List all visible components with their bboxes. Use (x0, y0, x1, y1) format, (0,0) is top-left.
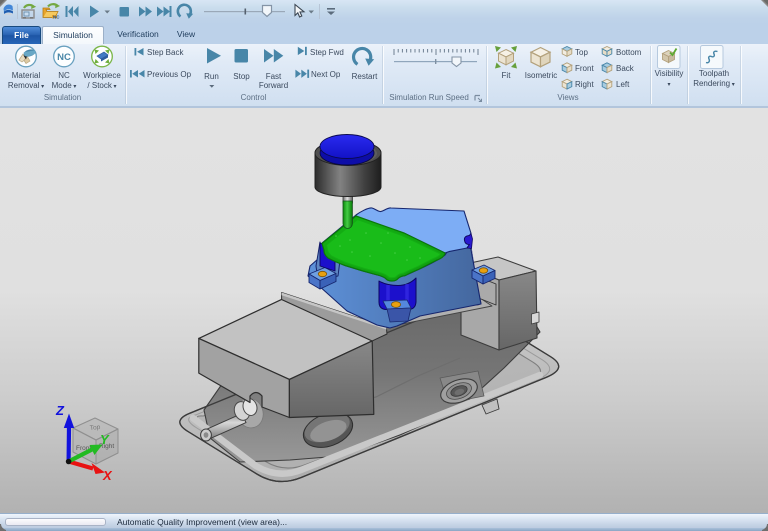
svg-text:NC: NC (57, 52, 71, 63)
svg-text:X: X (102, 468, 113, 483)
svg-text:Top: Top (89, 424, 101, 432)
svg-text:Z: Z (55, 403, 65, 418)
svg-text:Y: Y (100, 432, 110, 447)
svg-text:NC: NC (53, 14, 60, 19)
